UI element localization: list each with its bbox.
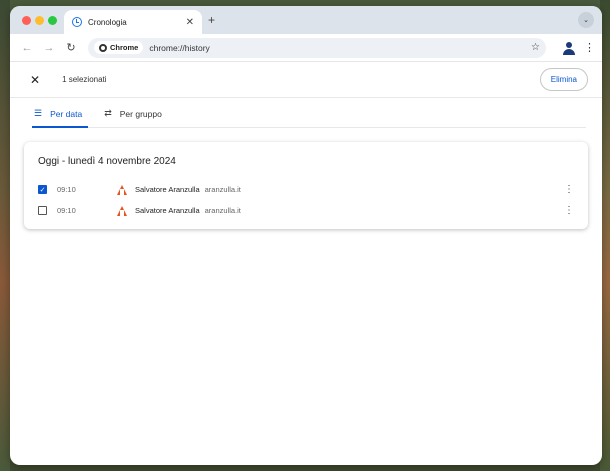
bookmark-star-icon[interactable]: ☆ [531, 42, 540, 53]
site-favicon-icon [117, 184, 127, 195]
browser-toolbar: ← → ↻ Chrome chrome://history ☆ ⋮ [10, 34, 602, 62]
list-icon: ☰ [34, 108, 43, 118]
tab-by-group[interactable]: ⇄ Per gruppo [102, 108, 168, 127]
entry-menu-icon[interactable]: ⋮ [564, 184, 574, 195]
profile-avatar-icon[interactable] [562, 41, 576, 55]
entry-time: 09:10 [57, 185, 76, 194]
site-favicon-icon [117, 205, 127, 216]
selection-count: 1 selezionati [62, 75, 107, 84]
entry-checkbox[interactable]: ✓ [38, 185, 47, 194]
chrome-icon [99, 43, 107, 52]
clear-selection-button[interactable]: ✕ [30, 73, 40, 87]
history-entry[interactable]: ✓ 09:10 Salvatore Aranzulla aranzulla.it… [38, 179, 574, 200]
delete-button[interactable]: Elimina [539, 68, 588, 91]
tab-close-icon[interactable]: ✕ [186, 17, 194, 28]
browser-window: Cronologia ✕ + ⌄ ← → ↻ Chrome chrome://h… [10, 6, 602, 465]
entry-domain: aranzulla.it [204, 206, 241, 215]
entry-checkbox[interactable] [38, 206, 47, 215]
entry-menu-icon[interactable]: ⋮ [564, 205, 574, 216]
entry-title[interactable]: Salvatore Aranzulla [135, 206, 200, 215]
tab-title: Cronologia [88, 17, 127, 27]
minimize-window-button[interactable] [35, 16, 44, 25]
tab-history[interactable]: Cronologia ✕ [64, 10, 202, 34]
new-tab-button[interactable]: + [208, 13, 215, 27]
tab-by-date[interactable]: ☰ Per data [32, 108, 89, 128]
tab-by-group-label: Per gruppo [119, 108, 162, 119]
site-info-chip[interactable]: Chrome [94, 41, 144, 54]
history-entry[interactable]: 09:10 Salvatore Aranzulla aranzulla.it ⋮ [38, 200, 574, 221]
maximize-window-button[interactable] [48, 16, 57, 25]
view-tabs: ☰ Per data ⇄ Per gruppo [32, 98, 586, 128]
entry-time: 09:10 [57, 206, 76, 215]
close-window-button[interactable] [22, 16, 31, 25]
selection-toolbar: ✕ 1 selezionati Elimina [10, 62, 602, 98]
url-text[interactable]: chrome://history [149, 43, 531, 53]
history-icon [72, 17, 82, 27]
history-day-card: Oggi - lunedì 4 novembre 2024 ✓ 09:10 Sa… [24, 142, 588, 229]
day-title: Oggi - lunedì 4 novembre 2024 [38, 156, 176, 167]
tab-strip: Cronologia ✕ + ⌄ [10, 6, 602, 34]
address-bar[interactable]: Chrome chrome://history ☆ [88, 37, 546, 58]
forward-button[interactable]: → [40, 42, 58, 54]
group-icon: ⇄ [104, 108, 112, 118]
entry-title[interactable]: Salvatore Aranzulla [135, 185, 200, 194]
tab-by-date-label: Per data [50, 108, 83, 119]
reload-button[interactable]: ↻ [62, 41, 80, 54]
chip-label: Chrome [110, 43, 139, 52]
entry-domain: aranzulla.it [204, 185, 241, 194]
browser-menu-icon[interactable]: ⋮ [584, 41, 595, 54]
back-button[interactable]: ← [18, 42, 36, 54]
tab-search-button[interactable]: ⌄ [578, 12, 594, 28]
desktop-wallpaper-left [0, 0, 10, 471]
